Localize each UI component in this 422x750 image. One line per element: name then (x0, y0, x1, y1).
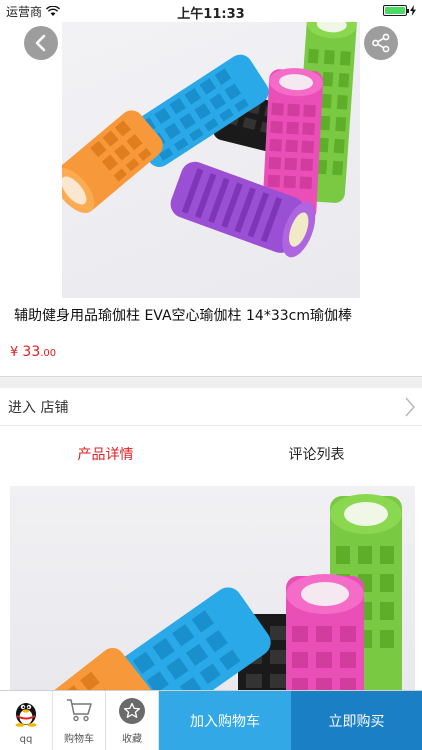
cart-button[interactable]: 购物车 (53, 691, 106, 750)
tab-product-details[interactable]: 产品详情 (0, 426, 211, 482)
enter-store-label: 进入 店铺 (8, 399, 69, 416)
buy-now-button[interactable]: 立即购买 (291, 691, 422, 750)
qq-contact-button[interactable]: qq (0, 691, 53, 750)
product-price: ¥ 33.00 (10, 344, 56, 360)
battery-icon (383, 5, 409, 16)
price-symbol: ¥ (10, 345, 19, 360)
chevron-left-icon (35, 34, 46, 52)
favorite-button[interactable]: 收藏 (106, 691, 159, 750)
chevron-right-icon (405, 397, 415, 417)
product-title: 辅助健身用品瑜伽柱 EVA空心瑜伽柱 14*33cm瑜伽棒 (14, 308, 352, 324)
share-icon (372, 33, 390, 53)
qq-label: qq (19, 734, 33, 745)
product-hero-image (62, 0, 360, 298)
favorite-label: 收藏 (122, 734, 142, 745)
bottom-action-bar: qq 购物车 收藏 加入购物车 立即购买 (0, 690, 422, 750)
status-time: 上午11:33 (177, 7, 245, 22)
cart-label: 购物车 (64, 734, 94, 745)
charging-icon (410, 5, 416, 16)
price-integer: 33 (22, 344, 41, 360)
status-right (383, 5, 416, 16)
shopping-cart-icon (67, 699, 92, 722)
back-button[interactable] (24, 26, 58, 60)
qq-penguin-icon (15, 703, 37, 727)
tab-reviews[interactable]: 评论列表 (211, 426, 422, 482)
foam-rollers-illustration (62, 10, 357, 258)
detail-tabs: 产品详情 评论列表 (0, 426, 422, 482)
status-bar: 运营商 上午11:33 (0, 0, 422, 22)
enter-store-row[interactable]: 进入 店铺 (0, 388, 422, 426)
section-divider (0, 376, 422, 388)
star-icon (119, 698, 145, 724)
share-button[interactable] (364, 26, 398, 60)
add-to-cart-button[interactable]: 加入购物车 (159, 691, 291, 750)
price-decimal: .00 (40, 348, 57, 359)
